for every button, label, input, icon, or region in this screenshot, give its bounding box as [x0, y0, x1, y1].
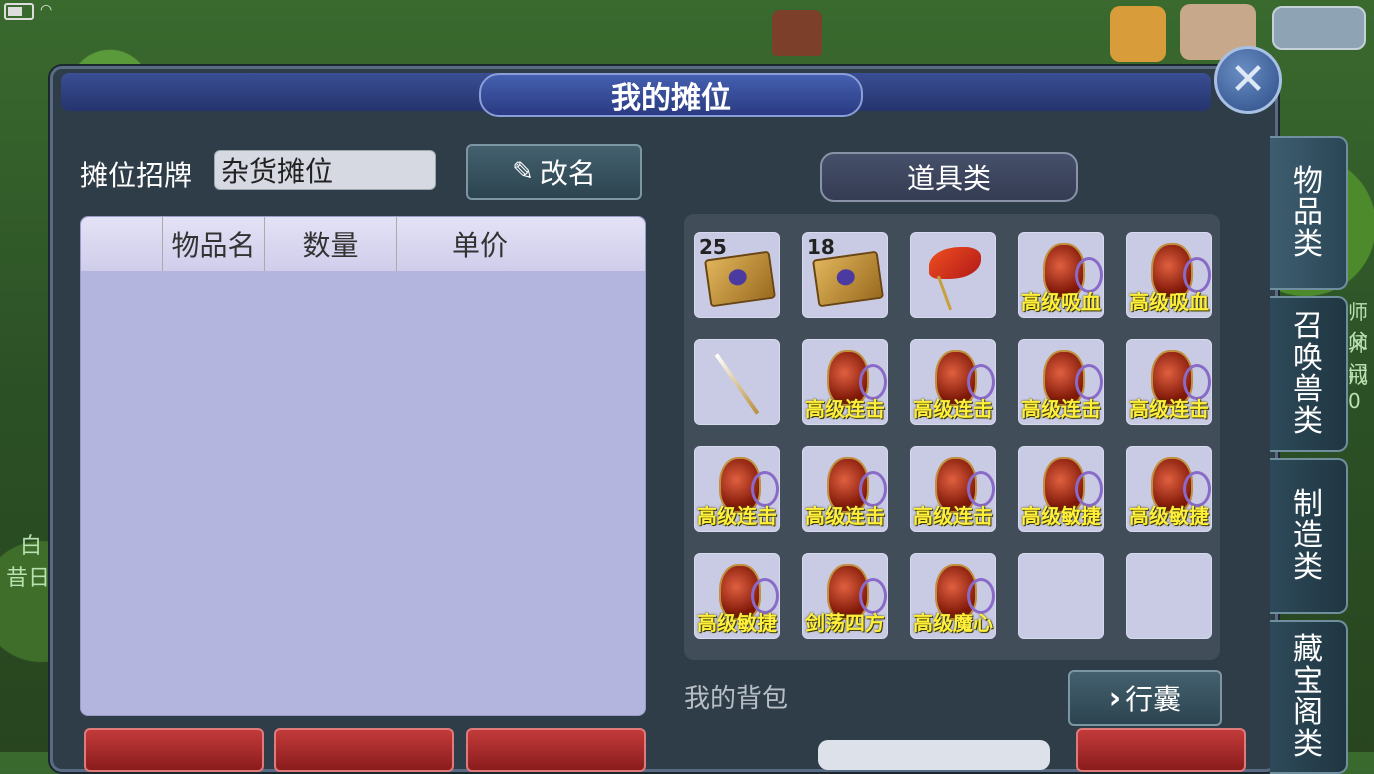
spear-icon [714, 353, 760, 415]
slot-label: 高级吸血 [1021, 290, 1101, 314]
pouch-button[interactable]: › 行囊 [1068, 670, 1222, 726]
bottom-button-1[interactable] [84, 728, 264, 772]
slot-label: 高级连击 [805, 397, 885, 421]
stall-list-header: 物品名 数量 单价 [81, 217, 645, 271]
close-button[interactable]: ✕ [1214, 46, 1282, 114]
book-icon [703, 250, 777, 308]
tab-label: 制造类 [1293, 486, 1323, 585]
bag-slot[interactable]: 高级敏捷 [1126, 446, 1212, 532]
column-item-name: 物品名 [163, 217, 265, 271]
slot-label: 高级敏捷 [697, 611, 777, 635]
status-bar: ◠ [0, 0, 80, 22]
bag-slot[interactable]: 25 [694, 232, 780, 318]
slot-label: 高级连击 [697, 504, 777, 528]
bottom-button-3[interactable] [466, 728, 646, 772]
header-spacer [81, 217, 163, 271]
bag-slot[interactable] [694, 339, 780, 425]
close-icon: ✕ [1229, 54, 1267, 105]
bottom-button-2[interactable] [274, 728, 454, 772]
tab-summons[interactable]: 召唤兽类 [1270, 296, 1348, 452]
column-price: 单价 [451, 229, 508, 262]
slot-label: 剑荡四方 [805, 611, 885, 635]
stall-item-list[interactable]: 物品名 数量 单价 [80, 216, 646, 716]
bag-slot[interactable]: 高级连击 [910, 339, 996, 425]
wifi-icon: ◠ [40, 2, 53, 18]
bag-slot[interactable]: 高级敏捷 [1018, 446, 1104, 532]
pouch-label: 行囊 [1125, 683, 1182, 716]
slot-label: 高级连击 [1129, 397, 1209, 421]
bag-slot[interactable]: 高级连击 [802, 446, 888, 532]
bag-slot[interactable]: 高级连击 [694, 446, 780, 532]
category-title: 道具类 [820, 152, 1078, 202]
background-text: 白 [20, 534, 43, 559]
slot-label: 高级连击 [1021, 397, 1101, 421]
tab-items[interactable]: 物品类 [1270, 136, 1348, 290]
slot-label: 高级敏捷 [1129, 504, 1209, 528]
slot-count: 18 [807, 235, 835, 259]
pencil-icon: ✎ [512, 157, 534, 187]
slot-label: 高级连击 [805, 504, 885, 528]
tab-label: 藏宝阁类 [1293, 632, 1323, 762]
my-bag-label: 我的背包 [684, 684, 789, 714]
rename-button[interactable]: ✎ 改名 [466, 144, 642, 200]
background-text: 昔日 [6, 566, 51, 591]
slot-count: 25 [699, 235, 727, 259]
book-icon [811, 250, 885, 308]
bag-slot[interactable]: 高级魔心 [910, 553, 996, 639]
background-text: 戒0 [1348, 364, 1368, 413]
bag-slot[interactable]: 高级吸血 [1018, 232, 1104, 318]
slot-label: 高级魔心 [913, 611, 993, 635]
bag-slot[interactable]: 高级连击 [910, 446, 996, 532]
title-plate: 我的摊位 [479, 73, 863, 117]
character-hat-icon [772, 10, 822, 56]
bag-slot[interactable]: 剑荡四方 [802, 553, 888, 639]
bag-slot[interactable] [1126, 553, 1212, 639]
column-quantity: 数量 [265, 217, 397, 271]
tab-treasure[interactable]: 藏宝阁类 [1270, 620, 1348, 774]
bottom-gray-button[interactable] [818, 740, 1050, 770]
bag-slot[interactable]: 高级连击 [1018, 339, 1104, 425]
bag-slot[interactable] [1018, 553, 1104, 639]
bottom-button-4[interactable] [1076, 728, 1246, 772]
bag-slot[interactable]: 高级连击 [802, 339, 888, 425]
tab-crafting[interactable]: 制造类 [1270, 458, 1348, 614]
slot-label: 高级敏捷 [1021, 504, 1101, 528]
page-title: 我的摊位 [611, 81, 731, 116]
chevron-right-icon: › [1108, 680, 1122, 716]
tab-label: 召唤兽类 [1293, 309, 1323, 439]
bag-slot[interactable]: 高级吸血 [1126, 232, 1212, 318]
slot-label: 高级吸血 [1129, 290, 1209, 314]
stall-name-input[interactable]: 杂货摊位 [214, 150, 436, 190]
bag-slot[interactable]: 高级连击 [1126, 339, 1212, 425]
cat-avatar-icon[interactable] [1110, 6, 1166, 62]
bag-slot[interactable]: 高级敏捷 [694, 553, 780, 639]
battery-icon [4, 3, 34, 20]
flag-icon [929, 247, 981, 279]
menu-icon[interactable] [1272, 6, 1366, 50]
rename-label: 改名 [539, 157, 596, 190]
tab-label: 物品类 [1293, 163, 1323, 262]
slot-label: 高级连击 [913, 397, 993, 421]
bag-slot[interactable] [910, 232, 996, 318]
bag-grid: 25 18 高级吸血 高级吸血 高级连击 高级连击 高级连击 高级连击 高级连击 高级连击 高级连击… [684, 214, 1220, 660]
title-bar: 我的摊位 [61, 73, 1211, 117]
slot-label: 高级连击 [913, 504, 993, 528]
bag-slot[interactable]: 18 [802, 232, 888, 318]
sign-label: 摊位招牌 [80, 159, 193, 192]
